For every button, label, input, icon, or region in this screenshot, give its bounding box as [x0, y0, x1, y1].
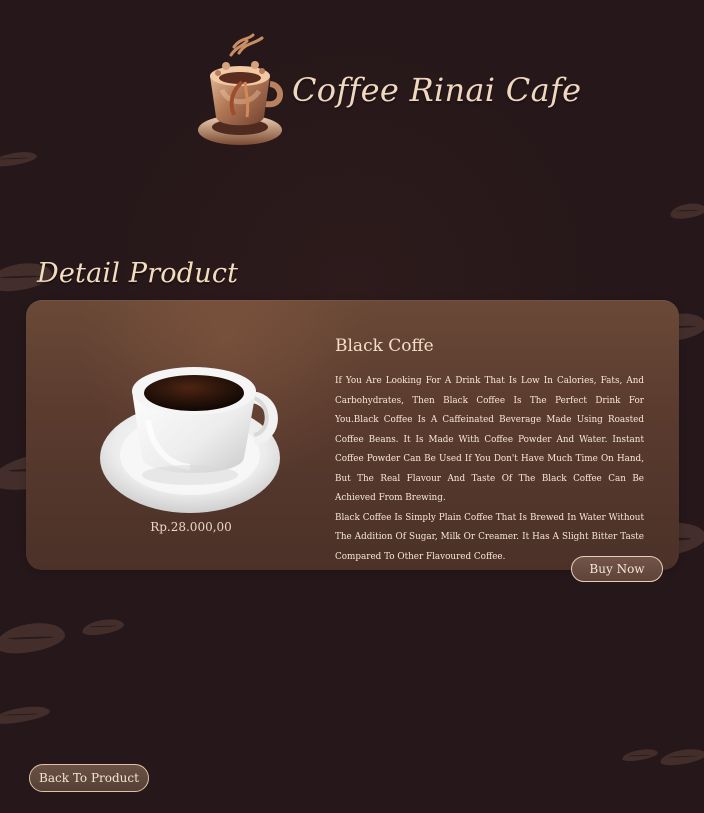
product-description: If You Are Looking For A Drink That Is L…: [335, 372, 644, 567]
brand-header: Coffee Rinai Cafe: [192, 33, 581, 151]
product-card: Rp.28.000,00 Black Coffe If You Are Look…: [26, 300, 679, 570]
background-bean-decoration: [659, 746, 704, 768]
product-price: Rp.28.000,00: [150, 520, 232, 534]
background-bean-decoration: [621, 746, 659, 764]
product-name: Black Coffe: [335, 336, 434, 356]
background-bean-decoration: [0, 149, 38, 169]
coffee-cup-logo-icon: [192, 33, 288, 149]
page-title: Detail Product: [37, 258, 239, 289]
page: Coffee Rinai Cafe Detail Product Rp.28.0…: [0, 0, 704, 813]
background-bean-decoration: [0, 703, 51, 727]
brand-name: Coffee Rinai Cafe: [292, 71, 582, 109]
product-description-paragraph-1: If You Are Looking For A Drink That Is L…: [335, 376, 644, 503]
background-bean-decoration: [669, 200, 704, 222]
back-to-product-button[interactable]: Back To Product: [29, 764, 149, 792]
buy-now-button[interactable]: Buy Now: [571, 556, 663, 582]
coffee-cup-image: [96, 362, 286, 517]
background-bean-decoration: [0, 618, 67, 658]
background-bean-decoration: [81, 616, 125, 638]
